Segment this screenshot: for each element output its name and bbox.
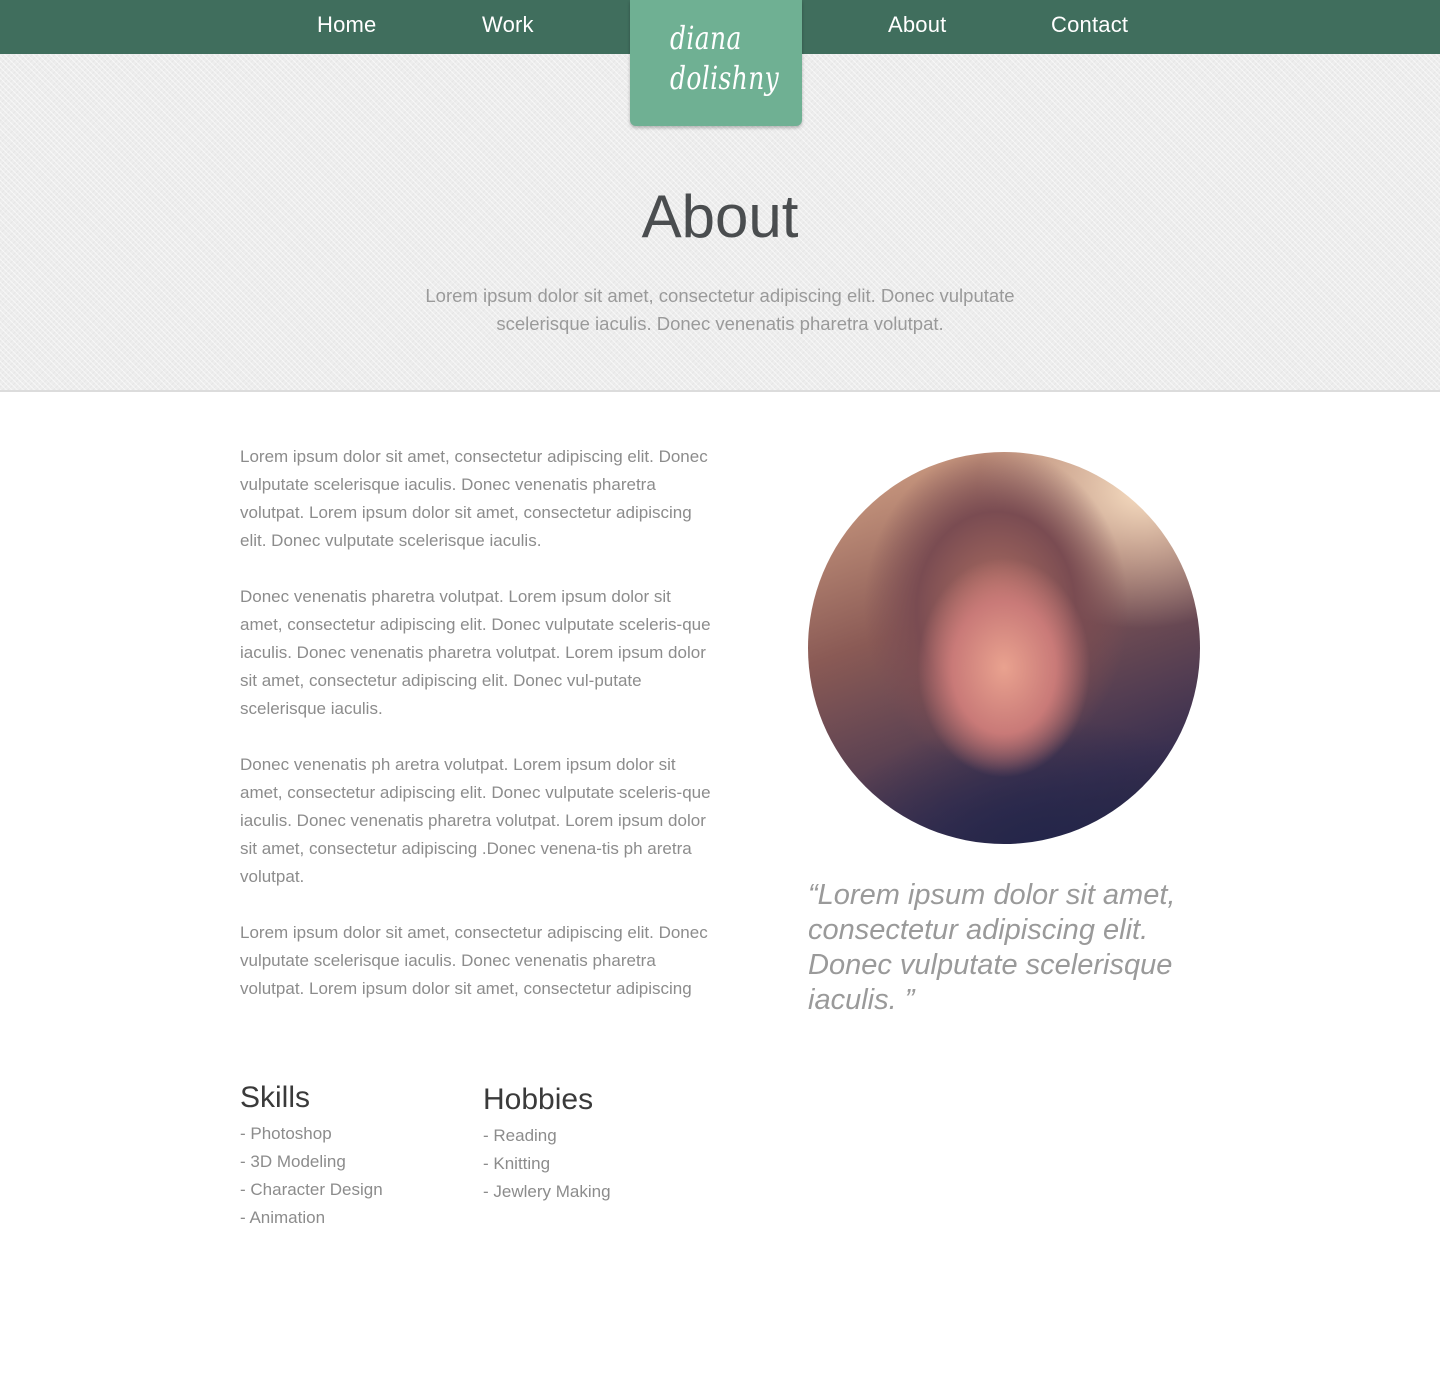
list-item: - Character Design (240, 1180, 383, 1199)
about-paragraph: Lorem ipsum dolor sit amet, consectetur … (240, 447, 708, 550)
profile-photo (808, 452, 1200, 844)
about-paragraph: Lorem ipsum dolor sit amet, consectetur … (240, 923, 708, 998)
about-paragraph: Donec venenatis ph aretra volutpat. Lore… (240, 755, 711, 886)
skills-list: - Photoshop - 3D Modeling - Character De… (240, 1120, 383, 1232)
hobbies-heading: Hobbies (483, 1083, 594, 1116)
about-text: Lorem ipsum dolor sit amet, consectetur … (240, 443, 715, 1031)
nav-about-link[interactable]: About (888, 12, 947, 38)
list-item: - Reading (483, 1126, 557, 1145)
nav-home-link[interactable]: Home (317, 12, 377, 38)
pull-quote: “Lorem ipsum dolor sit amet, consectetur… (808, 879, 1176, 1016)
nav-contact-link[interactable]: Contact (1051, 12, 1128, 38)
skills-heading: Skills (240, 1081, 311, 1114)
nav-work-link[interactable]: Work (482, 12, 534, 38)
list-item: - Animation (240, 1208, 326, 1227)
list-item: - Knitting (483, 1154, 551, 1173)
list-item: - Photoshop (240, 1124, 332, 1143)
hero-intro: Lorem ipsum dolor sit amet, consectetur … (425, 285, 1015, 334)
site-logo[interactable]: diana dolishny (630, 0, 802, 126)
logo-text-last: dolishny (670, 59, 780, 97)
about-paragraph: Donec venenatis pharetra volutpat. Lorem… (240, 587, 711, 718)
skills-section: Skills - Photoshop - 3D Modeling - Chara… (240, 1080, 383, 1232)
list-item: - 3D Modeling (240, 1152, 346, 1171)
list-item: - Jewlery Making (483, 1182, 611, 1201)
logo-text-first: diana (670, 19, 742, 57)
hobbies-section: Hobbies - Reading - Knitting - Jewlery M… (483, 1082, 611, 1206)
hobbies-list: - Reading - Knitting - Jewlery Making (483, 1122, 611, 1206)
page-title: About (641, 183, 799, 250)
